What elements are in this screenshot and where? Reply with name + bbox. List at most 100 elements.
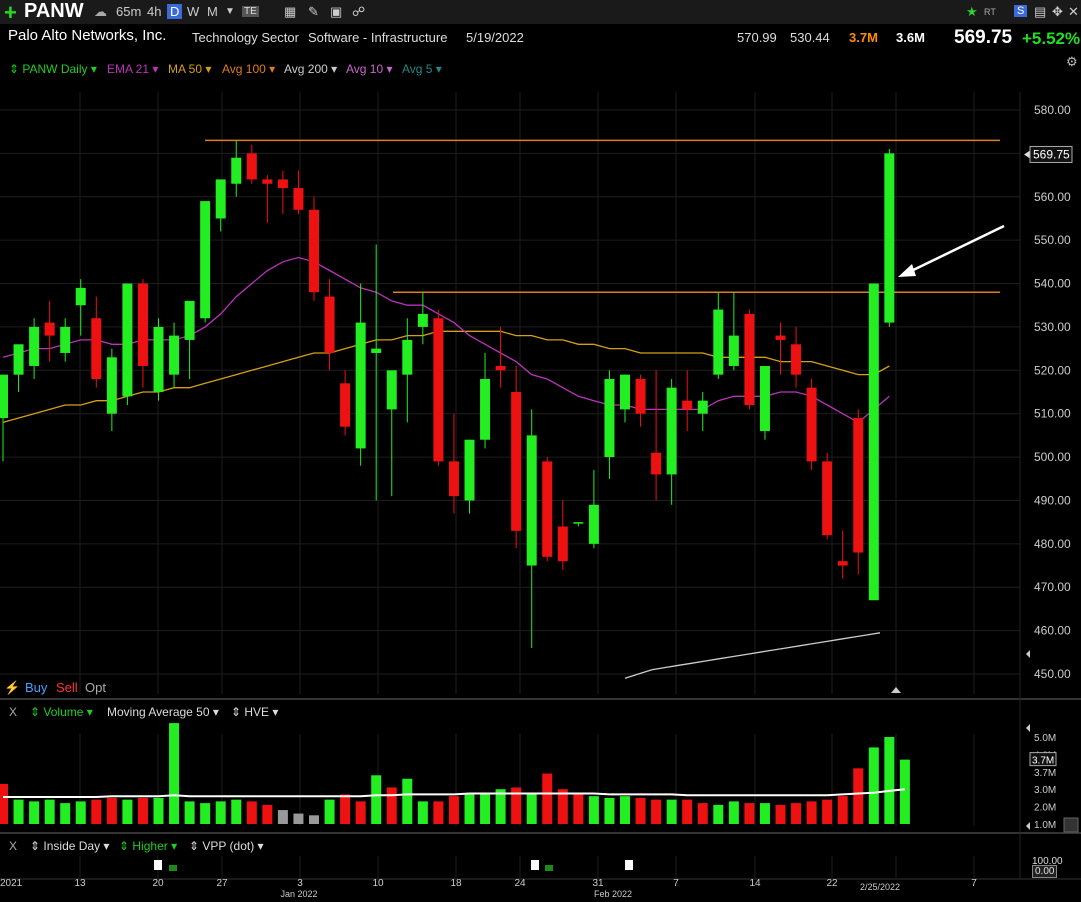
timeframe-65m[interactable]: 65m bbox=[116, 4, 141, 19]
volume-tick-label: 3.0M bbox=[1034, 785, 1056, 796]
buy-button[interactable]: Buy bbox=[25, 680, 47, 695]
candle-body bbox=[44, 322, 55, 336]
legend-main[interactable]: ⇕ PANW Daily ▾ bbox=[9, 62, 97, 76]
timeframe-monthly[interactable]: M bbox=[207, 4, 218, 19]
volume-bar bbox=[44, 799, 55, 824]
sell-button[interactable]: Sell bbox=[56, 680, 78, 695]
y-tick-label: 490.00 bbox=[1034, 493, 1071, 507]
s-button[interactable]: S bbox=[1014, 5, 1028, 17]
candle-body bbox=[635, 378, 646, 414]
last-price-label: 569.75 bbox=[1033, 147, 1070, 161]
candle-body bbox=[713, 309, 724, 375]
y-tick-label: 530.00 bbox=[1034, 320, 1071, 334]
symbol-label[interactable]: PANW bbox=[24, 0, 84, 23]
save-icon[interactable]: ▤ bbox=[1034, 4, 1046, 20]
percent-change: +5.52% bbox=[1022, 29, 1081, 48]
volume-bar bbox=[713, 804, 724, 824]
volume-label-text: Volume bbox=[43, 705, 84, 719]
legend-avg100[interactable]: Avg 100 ▾ bbox=[222, 62, 275, 76]
last-price-pointer bbox=[1024, 150, 1030, 159]
layout-icon[interactable]: TE bbox=[242, 6, 259, 17]
price-panel-bg bbox=[0, 92, 1020, 694]
volume-ma50-line bbox=[3, 788, 906, 798]
legend-avg200-label: Avg 200 bbox=[284, 62, 328, 76]
higher-label[interactable]: ⇕ Higher ▾ bbox=[119, 839, 177, 853]
price-chart[interactable]: 450.00 460.00 470.00 480.00 490.00 500.00 510.… bbox=[0, 76, 1081, 902]
volume-bar bbox=[0, 783, 8, 824]
candle-body bbox=[744, 313, 755, 406]
volume-bar bbox=[91, 799, 102, 824]
candle-body bbox=[262, 179, 273, 184]
legend-ma50[interactable]: MA 50 ▾ bbox=[168, 62, 211, 76]
volume-bar bbox=[13, 799, 24, 824]
trade-icon[interactable]: ⚡ bbox=[4, 680, 20, 696]
sector-label[interactable]: Technology Sector bbox=[192, 30, 299, 45]
inside-day-label[interactable]: ⇕ Inside Day ▾ bbox=[30, 839, 109, 853]
vpp-label[interactable]: ⇕ VPP (dot) ▾ bbox=[189, 839, 264, 853]
legend-ema21[interactable]: EMA 21 ▾ bbox=[107, 62, 158, 76]
draw-pen-icon[interactable]: ✎ bbox=[308, 4, 319, 20]
legend-avg200[interactable]: Avg 200 ▾ bbox=[284, 62, 337, 76]
realtime-label[interactable]: RT bbox=[984, 7, 996, 17]
annotation-icon[interactable]: ▣ bbox=[330, 4, 342, 20]
inside-day-marker bbox=[625, 860, 633, 870]
calculator-icon[interactable]: ▦ bbox=[284, 4, 296, 20]
volume-tick-label: 2.0M bbox=[1034, 803, 1056, 814]
legend-avg10[interactable]: Avg 10 ▾ bbox=[346, 62, 393, 76]
candle-body bbox=[806, 387, 817, 462]
settings-icon[interactable]: ⚙ bbox=[1066, 54, 1078, 70]
star-icon[interactable]: ★ bbox=[966, 4, 978, 20]
avg-volume-value: 3.6M bbox=[896, 30, 925, 45]
volume-collapse-button bbox=[1063, 817, 1079, 833]
volume-bar bbox=[137, 797, 148, 824]
volume-tick-label: 1.0M bbox=[1034, 820, 1056, 831]
volume-bar bbox=[75, 801, 86, 824]
legend-avg5[interactable]: Avg 5 ▾ bbox=[402, 62, 442, 76]
candle-body bbox=[29, 326, 40, 366]
candle-body bbox=[200, 201, 211, 319]
volume-label[interactable]: ⇕ Volume ▾ bbox=[30, 705, 93, 719]
x-axis-label: Feb 2022 bbox=[594, 889, 632, 899]
industry-label[interactable]: Software - Infrastructure bbox=[308, 30, 447, 45]
candle-body bbox=[122, 283, 133, 397]
options-button[interactable]: Opt bbox=[85, 680, 106, 695]
timeframe-4h[interactable]: 4h bbox=[147, 4, 161, 19]
candle-body bbox=[604, 378, 615, 458]
move-icon[interactable]: ✥ bbox=[1052, 4, 1063, 20]
volume-bar bbox=[433, 801, 444, 824]
x-axis-label: 7 bbox=[673, 878, 679, 889]
higher-text: Higher bbox=[132, 839, 168, 853]
x-axis-label: 22 bbox=[826, 878, 838, 889]
volume-bar bbox=[542, 773, 553, 824]
share-icon[interactable]: ☍ bbox=[352, 4, 365, 20]
candle-body bbox=[448, 461, 459, 497]
volume-bar bbox=[417, 801, 428, 824]
candle-body bbox=[651, 452, 662, 475]
candle-body bbox=[355, 322, 366, 449]
indicator-close-button[interactable]: X bbox=[9, 839, 17, 853]
add-symbol-icon[interactable]: + bbox=[4, 0, 17, 26]
volume-tick-label: 3.7M bbox=[1034, 768, 1056, 779]
x-axis-label: 20 bbox=[152, 878, 164, 889]
close-icon[interactable]: ✕ bbox=[1068, 4, 1079, 20]
x-axis-label: 2021 bbox=[0, 878, 23, 889]
timeframe-daily[interactable]: D bbox=[167, 4, 183, 19]
candle-body bbox=[837, 561, 848, 566]
timeframe-weekly[interactable]: W bbox=[187, 4, 199, 19]
candle-body bbox=[246, 153, 257, 180]
volume-bar bbox=[60, 803, 71, 824]
volume-bar bbox=[775, 804, 786, 824]
volume-ma-label[interactable]: Moving Average 50 ▾ bbox=[107, 705, 219, 719]
volume-bar bbox=[899, 759, 910, 824]
volume-bar bbox=[588, 796, 599, 824]
candle-body bbox=[822, 461, 833, 536]
volume-current-label: 3.7M bbox=[1032, 756, 1054, 767]
candle-body bbox=[682, 400, 693, 410]
compare-icon[interactable]: ☁ bbox=[94, 4, 107, 20]
y-tick-label: 540.00 bbox=[1034, 277, 1071, 291]
hve-label[interactable]: ⇕ HVE ▾ bbox=[231, 705, 278, 719]
legend-avg100-label: Avg 100 bbox=[222, 62, 266, 76]
volume-close-button[interactable]: X bbox=[9, 705, 17, 719]
timeframe-dropdown-icon[interactable]: ▼ bbox=[225, 6, 235, 17]
candle-body bbox=[153, 326, 164, 392]
